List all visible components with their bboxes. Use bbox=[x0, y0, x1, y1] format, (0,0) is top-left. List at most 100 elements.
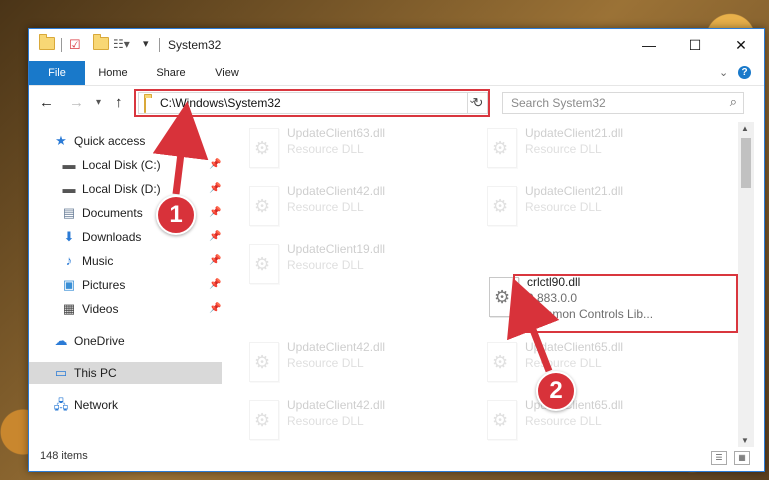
sidebar-item-downloads[interactable]: ⬇ Downloads 📌 bbox=[29, 226, 222, 248]
file-type: Resource DLL bbox=[287, 142, 364, 156]
ribbon-tabs: File Home Share View ⌄ ? bbox=[29, 61, 764, 86]
drive-icon: ▬ bbox=[62, 157, 76, 172]
dll-file-icon: ⚙ bbox=[249, 342, 279, 382]
navigation-bar: ← → ▾ ↑ C:\Windows\System32 ⌄ ↻ Search S… bbox=[29, 86, 764, 120]
file-type: Resource DLL bbox=[525, 142, 602, 156]
sidebar-item-pictures[interactable]: ▣ Pictures 📌 bbox=[29, 274, 222, 296]
pin-icon[interactable]: 📌 bbox=[209, 226, 221, 248]
file-type: Resource DLL bbox=[525, 414, 602, 428]
sidebar-item-videos[interactable]: ▦ Videos 📌 bbox=[29, 298, 222, 320]
file-name: UpdateClient21.dll bbox=[525, 126, 624, 140]
scrollbar-thumb[interactable] bbox=[741, 138, 751, 188]
pin-icon[interactable]: 📌 bbox=[209, 250, 221, 272]
file-type: Resource DLL bbox=[287, 414, 364, 428]
download-icon: ⬇ bbox=[63, 229, 75, 244]
file-highlight-box bbox=[513, 274, 738, 333]
file-type: Resource DLL bbox=[525, 356, 602, 370]
file-name: UpdateClient42.dll bbox=[287, 340, 386, 354]
videos-icon: ▦ bbox=[62, 301, 76, 316]
file-item[interactable]: ⚙ UpdateClient19.dll Resource DLL bbox=[239, 238, 459, 290]
large-icons-view-icon[interactable]: ▦ bbox=[734, 451, 750, 465]
divider bbox=[159, 38, 160, 52]
file-item[interactable]: ⚙ UpdateClient21.dll Resource DLL bbox=[477, 180, 697, 232]
file-name: UpdateClient19.dll bbox=[287, 242, 386, 256]
sidebar-item-local-disk-d[interactable]: ▬ Local Disk (D:) 📌 bbox=[29, 178, 222, 200]
dll-file-icon: ⚙ bbox=[487, 128, 517, 168]
documents-icon: ▤ bbox=[62, 205, 76, 220]
scroll-up-icon[interactable]: ▲ bbox=[741, 124, 749, 133]
file-item[interactable]: ⚙ UpdateClient21.dll Resource DLL bbox=[477, 122, 697, 174]
pin-icon[interactable]: 📌 bbox=[209, 178, 221, 200]
sidebar-item-label: Videos bbox=[82, 302, 119, 316]
help-icon[interactable]: ? bbox=[738, 66, 751, 79]
sidebar-item-label: Local Disk (C:) bbox=[82, 158, 161, 172]
pin-icon[interactable]: 📌 bbox=[209, 154, 221, 176]
sidebar-item-label: Downloads bbox=[82, 230, 142, 244]
dll-file-icon: ⚙ bbox=[487, 400, 517, 440]
search-icon: ⌕ bbox=[729, 94, 737, 109]
dll-file-icon: ⚙ bbox=[487, 342, 517, 382]
folder-icon bbox=[39, 34, 55, 50]
file-list: ⚙ UpdateClient63.dll Resource DLL ⚙ Upda… bbox=[239, 122, 739, 442]
details-view-icon[interactable]: ☰ bbox=[711, 451, 727, 465]
properties-icon[interactable]: ☑ bbox=[69, 37, 81, 53]
search-input[interactable]: Search System32 ⌕ bbox=[502, 92, 744, 114]
drive-icon: ▬ bbox=[62, 181, 76, 196]
new-folder-icon[interactable] bbox=[93, 34, 109, 50]
maximize-button[interactable]: ☐ bbox=[672, 29, 718, 61]
sidebar-item-quick-access[interactable]: ★ Quick access bbox=[29, 130, 222, 152]
dll-file-icon: ⚙ bbox=[249, 244, 279, 284]
sidebar-item-label: Pictures bbox=[82, 278, 126, 292]
file-item[interactable]: ⚙ UpdateClient42.dll Resource DLL bbox=[239, 336, 459, 388]
step-2-marker: 2 bbox=[536, 371, 576, 411]
recent-locations-button[interactable]: ▾ bbox=[96, 97, 101, 108]
tab-share[interactable]: Share bbox=[149, 61, 193, 85]
up-button[interactable]: ↑ bbox=[115, 94, 123, 111]
file-item[interactable]: ⚙ UpdateClient63.dll Resource DLL bbox=[239, 122, 459, 174]
sidebar-item-network[interactable]: 🖧 Network bbox=[29, 394, 222, 416]
sidebar-item-label: Quick access bbox=[74, 134, 146, 148]
search-placeholder: Search System32 bbox=[511, 96, 606, 110]
forward-button[interactable]: → bbox=[69, 94, 84, 111]
back-button[interactable]: ← bbox=[39, 94, 54, 111]
computer-icon: ▭ bbox=[54, 365, 68, 380]
pin-icon[interactable]: 📌 bbox=[209, 202, 221, 224]
file-item[interactable]: ⚙ UpdateClient42.dll Resource DLL bbox=[239, 180, 459, 232]
tab-view[interactable]: View bbox=[207, 61, 247, 85]
network-icon: 🖧 bbox=[53, 397, 69, 412]
file-item[interactable]: ⚙ UpdateClient65.dll Resource DLL bbox=[477, 394, 697, 442]
dll-file-icon: ⚙ bbox=[249, 186, 279, 226]
pin-icon[interactable]: 📌 bbox=[209, 298, 221, 320]
file-type: Resource DLL bbox=[287, 200, 364, 214]
cloud-icon: ☁ bbox=[54, 333, 68, 348]
close-button[interactable]: ✕ bbox=[718, 29, 764, 61]
file-type: Resource DLL bbox=[525, 200, 602, 214]
quick-access-dropdown-icon[interactable]: ▾ bbox=[143, 37, 149, 50]
sidebar-item-label: Network bbox=[74, 398, 119, 412]
vertical-scrollbar[interactable]: ▲ ▼ bbox=[738, 122, 754, 449]
sidebar-item-label: Music bbox=[82, 254, 114, 268]
divider bbox=[61, 38, 62, 52]
sidebar-item-label: Local Disk (D:) bbox=[82, 182, 161, 196]
expand-ribbon-icon[interactable]: ⌄ bbox=[719, 66, 728, 79]
file-explorer-window: ☑ ☷▾ ▾ System32 — ☐ ✕ File Home Share Vi… bbox=[28, 28, 765, 472]
star-icon: ★ bbox=[55, 133, 67, 148]
scroll-down-icon[interactable]: ▼ bbox=[741, 436, 749, 445]
sidebar-item-local-disk-c[interactable]: ▬ Local Disk (C:) 📌 bbox=[29, 154, 222, 176]
dll-file-icon: ⚙ bbox=[249, 128, 279, 168]
minimize-button[interactable]: — bbox=[626, 29, 672, 61]
pin-icon[interactable]: 📌 bbox=[209, 274, 221, 296]
sidebar-item-this-pc[interactable]: ▭ This PC bbox=[29, 362, 222, 384]
sidebar-item-onedrive[interactable]: ☁ OneDrive bbox=[29, 330, 222, 352]
tab-home[interactable]: Home bbox=[91, 61, 135, 85]
dll-file-icon: ⚙ bbox=[249, 400, 279, 440]
customize-quick-access-icon[interactable]: ☷▾ bbox=[113, 37, 130, 51]
file-type: Resource DLL bbox=[287, 356, 364, 370]
navigation-pane: ★ Quick access ▬ Local Disk (C:) 📌 ▬ Loc… bbox=[29, 122, 222, 442]
file-item[interactable]: ⚙ UpdateClient42.dll Resource DLL bbox=[239, 394, 459, 442]
file-item[interactable]: ⚙ UpdateClient65.dll Resource DLL bbox=[477, 336, 697, 388]
sidebar-item-music[interactable]: ♪ Music 📌 bbox=[29, 250, 222, 272]
tab-file[interactable]: File bbox=[29, 61, 85, 85]
dll-file-icon: ⚙ bbox=[487, 186, 517, 226]
pictures-icon: ▣ bbox=[62, 277, 76, 292]
